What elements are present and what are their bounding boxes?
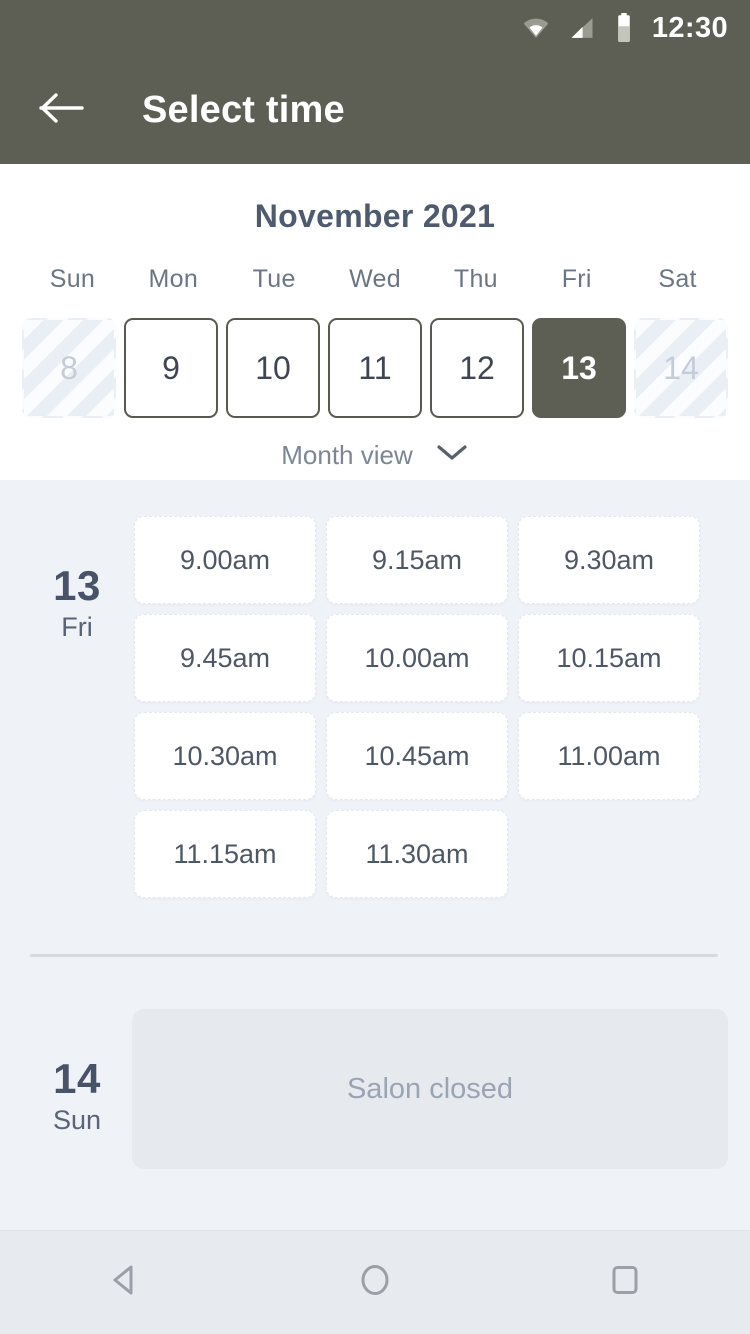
- date-cell-9[interactable]: 9: [124, 318, 218, 418]
- schedule-area: 13 Fri 9.00am 9.15am 9.30am 9.45am 10.00…: [0, 480, 750, 1232]
- chevron-down-icon: [435, 442, 469, 469]
- dow-tue: Tue: [252, 265, 296, 293]
- time-slot[interactable]: 10.30am: [134, 712, 316, 800]
- day-label-14: 14 Sun: [22, 1009, 132, 1169]
- nav-back-icon: [103, 1258, 147, 1307]
- arrow-left-icon: [38, 89, 86, 132]
- dow-thu: Thu: [453, 265, 498, 293]
- month-title: November 2021: [254, 198, 496, 234]
- time-slot[interactable]: 11.30am: [326, 810, 508, 898]
- time-slot[interactable]: 10.00am: [326, 614, 508, 702]
- time-slot[interactable]: 9.00am: [134, 516, 316, 604]
- day-weekday: Fri: [61, 612, 93, 643]
- time-slot[interactable]: 9.45am: [134, 614, 316, 702]
- time-slot-grid: 9.00am 9.15am 9.30am 9.45am 10.00am 10.1…: [132, 516, 728, 898]
- battery-icon: [614, 13, 634, 43]
- dow-sun: Sun: [49, 265, 96, 293]
- app-bar: Select time: [0, 56, 750, 164]
- cellular-signal-icon: [568, 14, 596, 42]
- android-nav-bar: [0, 1230, 750, 1334]
- section-divider: [30, 954, 718, 957]
- status-bar-clock: 12:30: [651, 11, 728, 44]
- wifi-icon: [522, 14, 550, 42]
- date-cell-8: 8: [22, 318, 116, 418]
- nav-recents-icon: [603, 1258, 647, 1307]
- day-weekday: Sun: [52, 1105, 102, 1136]
- date-cell-13-selected[interactable]: 13: [532, 318, 626, 418]
- nav-home-icon: [353, 1258, 397, 1307]
- time-slot[interactable]: 10.45am: [326, 712, 508, 800]
- page-title: Select time: [142, 88, 345, 131]
- status-bar: 12:30: [0, 0, 750, 56]
- nav-recents-button[interactable]: [570, 1231, 680, 1334]
- time-slot[interactable]: 10.15am: [518, 614, 700, 702]
- dow-mon: Mon: [148, 265, 199, 293]
- time-slot[interactable]: 11.15am: [134, 810, 316, 898]
- back-button[interactable]: [34, 82, 90, 138]
- day-number: 13: [53, 562, 101, 609]
- time-slot[interactable]: 9.15am: [326, 516, 508, 604]
- day-of-week-header: Sun Mon Tue Wed Thu Fri Sat: [0, 265, 750, 294]
- date-cell-14: 14: [634, 318, 728, 418]
- nav-back-button[interactable]: [70, 1231, 180, 1334]
- calendar-panel: November 2021 Sun Mon Tue Wed Thu Fri Sa…: [0, 164, 750, 480]
- schedule-day-14: 14 Sun Salon closed: [0, 1009, 750, 1169]
- phone-screen: 12:30 Select time November 2021 Sun Mon …: [0, 0, 750, 1334]
- time-slot[interactable]: 9.30am: [518, 516, 700, 604]
- date-cell-11[interactable]: 11: [328, 318, 422, 418]
- month-view-label: Month view: [281, 440, 413, 470]
- day-number: 14: [53, 1055, 101, 1102]
- dow-wed: Wed: [349, 265, 401, 293]
- time-slot[interactable]: 11.00am: [518, 712, 700, 800]
- salon-closed-banner: Salon closed: [132, 1009, 728, 1169]
- dow-fri: Fri: [561, 265, 592, 293]
- dow-sat: Sat: [658, 265, 697, 293]
- date-cell-12[interactable]: 12: [430, 318, 524, 418]
- month-view-toggle[interactable]: Month view: [0, 440, 750, 471]
- schedule-day-13: 13 Fri 9.00am 9.15am 9.30am 9.45am 10.00…: [0, 516, 750, 898]
- nav-home-button[interactable]: [320, 1231, 430, 1334]
- date-cell-10[interactable]: 10: [226, 318, 320, 418]
- date-row: 8 9 10 11 12 13 14: [0, 318, 750, 418]
- day-label-13: 13 Fri: [22, 516, 132, 898]
